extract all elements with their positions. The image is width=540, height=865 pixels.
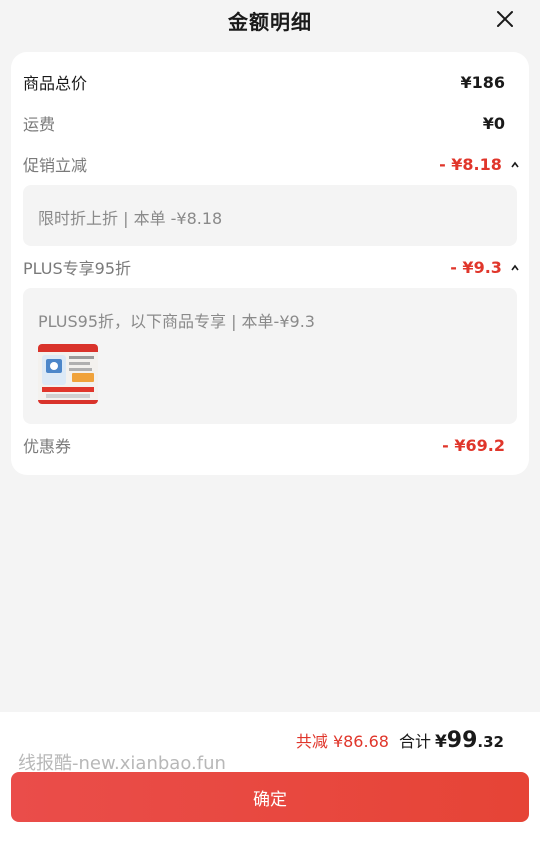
product-image xyxy=(38,344,98,404)
promotion-value: - ¥8.18 xyxy=(439,154,502,174)
total-amount-decimal: .32 xyxy=(477,733,504,751)
chevron-up-icon[interactable] xyxy=(511,264,519,272)
promotion-detail-box: 限时折上折 | 本单 -¥8.18 xyxy=(23,185,517,246)
shipping-row: 运费 ¥0 xyxy=(23,109,505,137)
total-currency-symbol: ¥ xyxy=(434,732,447,752)
promotion-label: 促销立减 xyxy=(23,156,88,175)
total-label: 合计 xyxy=(398,732,431,751)
plus-detail-box: PLUS95折，以下商品专享 | 本单-¥9.3 xyxy=(23,288,517,424)
product-thumbnail[interactable] xyxy=(38,344,98,404)
shipping-label: 运费 xyxy=(23,115,56,134)
plus-value: - ¥9.3 xyxy=(450,257,502,277)
coupon-label: 优惠券 xyxy=(23,437,72,456)
promotion-value-group: - ¥8.18 xyxy=(439,155,519,174)
plus-detail-text: PLUS95折，以下商品专享 | 本单-¥9.3 xyxy=(38,312,315,331)
plus-label: PLUS专享95折 xyxy=(23,259,131,278)
shipping-value: ¥0 xyxy=(482,113,505,133)
promotion-detail-text: 限时折上折 | 本单 -¥8.18 xyxy=(38,209,223,228)
coupon-value: - ¥69.2 xyxy=(442,435,505,455)
chevron-up-icon[interactable] xyxy=(511,161,519,169)
plus-row[interactable]: PLUS专享95折 - ¥9.3 xyxy=(23,253,519,281)
plus-value-group: - ¥9.3 xyxy=(450,258,519,277)
total-price-label: 商品总价 xyxy=(23,74,88,93)
header: 金额明细 xyxy=(0,0,540,40)
footer-bar: 共减 ¥86.68 合计 ¥ 99 .32 线报酷-new.xianbao.fu… xyxy=(0,712,540,865)
total-price-row: 商品总价 ¥186 xyxy=(23,68,505,96)
order-summary: 共减 ¥86.68 合计 ¥ 99 .32 xyxy=(296,728,504,753)
page-title: 金额明细 xyxy=(228,9,312,34)
promotion-row[interactable]: 促销立减 - ¥8.18 xyxy=(23,150,519,178)
price-detail-card: 商品总价 ¥186 运费 ¥0 促销立减 - ¥8.18 限时折上折 | 本单 … xyxy=(11,52,529,475)
close-icon[interactable] xyxy=(496,10,514,28)
total-reduce: 共减 ¥86.68 xyxy=(295,732,389,751)
coupon-row: 优惠券 - ¥69.2 xyxy=(23,431,505,459)
confirm-button[interactable]: 确定 xyxy=(11,772,529,822)
total-price-value: ¥186 xyxy=(460,72,505,92)
total-amount-integer: 99 xyxy=(446,728,478,753)
